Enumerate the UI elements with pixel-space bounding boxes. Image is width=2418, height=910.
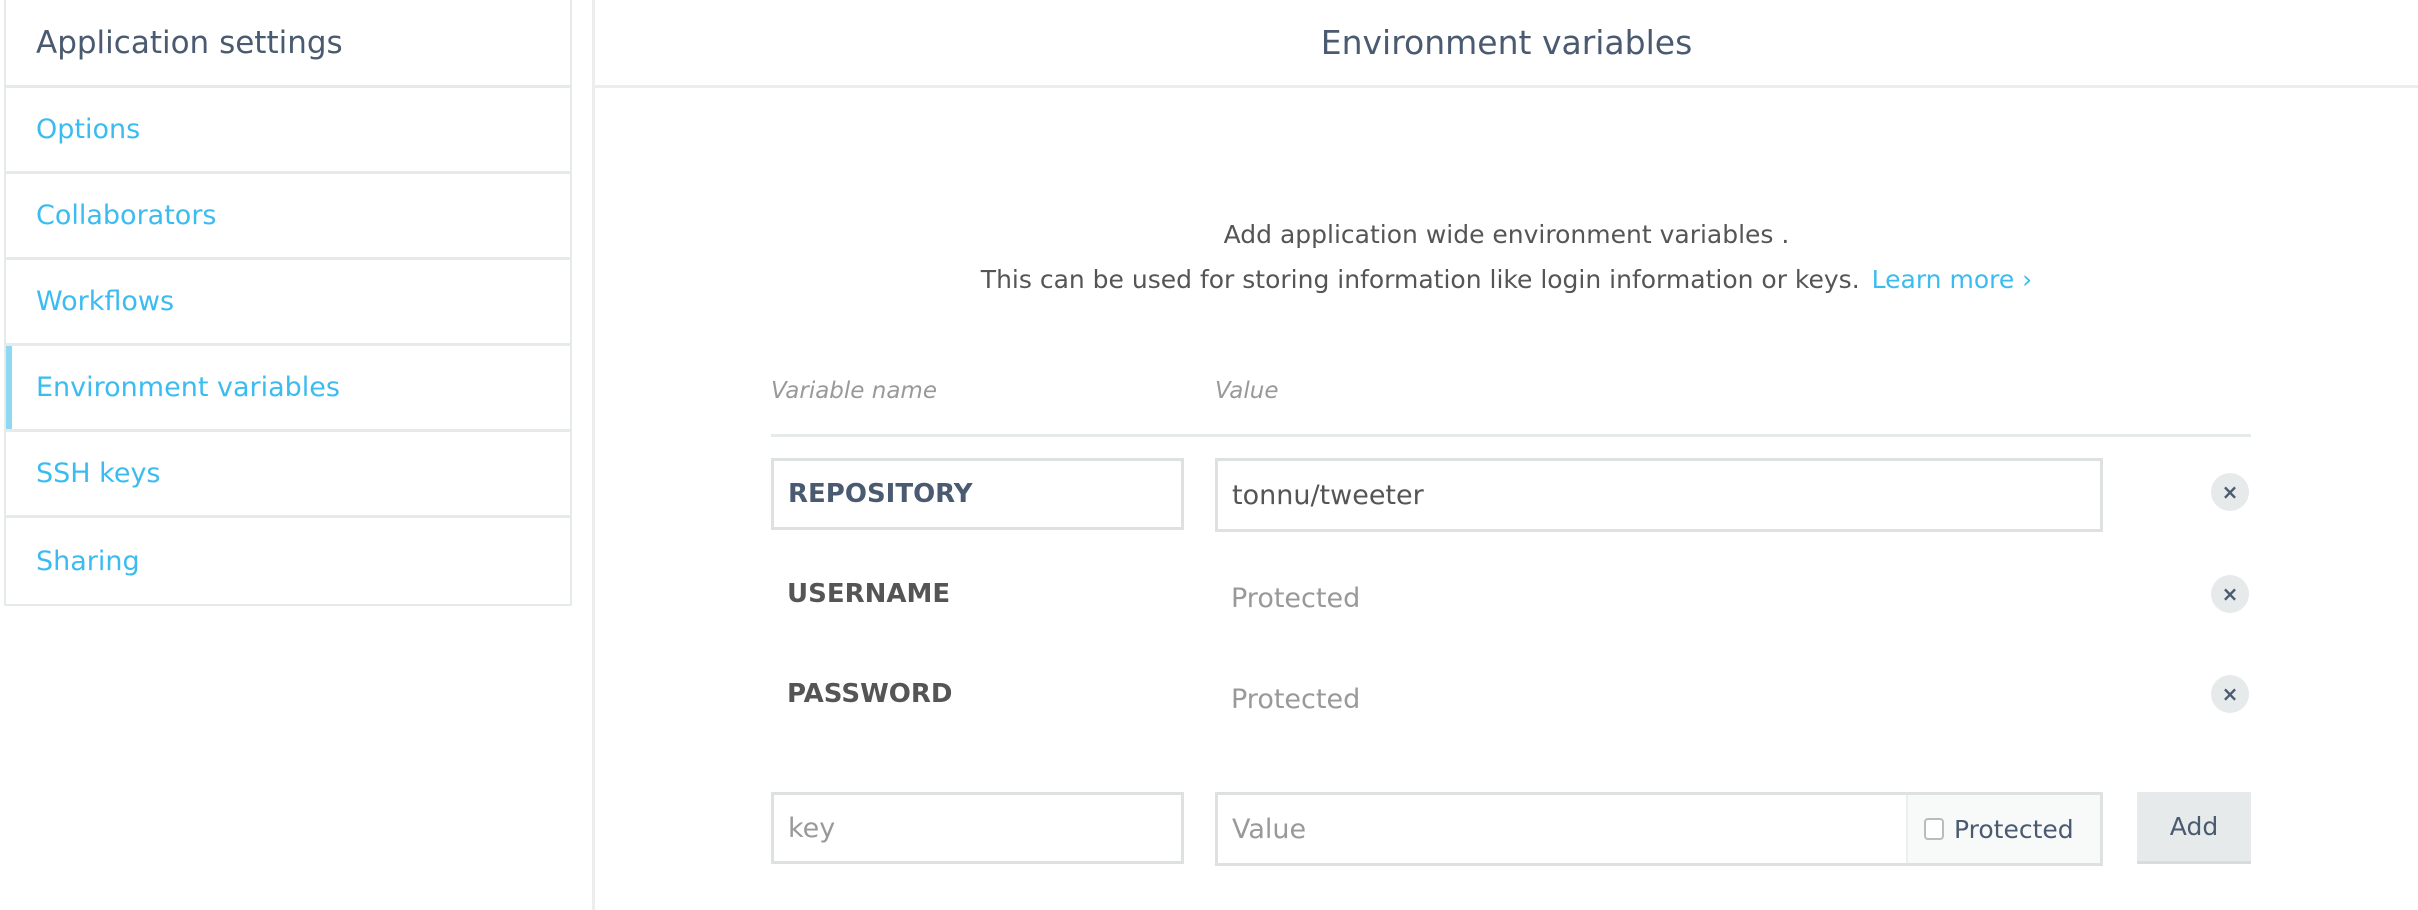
settings-sidebar: Application settings Options Collaborato… — [4, 0, 572, 606]
sidebar-item-ssh-keys[interactable]: SSH keys — [6, 432, 570, 518]
column-header-name: Variable name — [771, 378, 937, 404]
new-value-input[interactable]: Value Protected — [1215, 792, 2103, 866]
sidebar-item-options[interactable]: Options — [6, 88, 570, 174]
variable-value-input[interactable]: tonnu/tweeter — [1215, 458, 2103, 532]
page-title: Environment variables — [595, 0, 2418, 88]
variable-name: PASSWORD — [787, 679, 953, 709]
divider — [771, 434, 2251, 437]
main-panel: Environment variables Add application wi… — [592, 0, 2418, 910]
delete-variable-icon[interactable]: × — [2211, 473, 2249, 511]
new-key-input[interactable]: key — [771, 792, 1184, 864]
intro-line-2: This can be used for storing information… — [980, 265, 1860, 294]
delete-variable-icon[interactable]: × — [2211, 575, 2249, 613]
variable-value: Protected — [1231, 684, 1361, 715]
variable-value: Protected — [1231, 583, 1361, 614]
add-button[interactable]: Add — [2137, 792, 2251, 864]
delete-variable-icon[interactable]: × — [2211, 675, 2249, 713]
protected-checkbox-group[interactable]: Protected — [1906, 795, 2100, 863]
learn-more-link[interactable]: Learn more › — [1872, 265, 2033, 294]
intro-text: Add application wide environment variabl… — [595, 212, 2418, 302]
column-header-value: Value — [1215, 378, 1279, 404]
sidebar-title: Application settings — [6, 0, 570, 88]
sidebar-item-collaborators[interactable]: Collaborators — [6, 174, 570, 260]
sidebar-item-workflows[interactable]: Workflows — [6, 260, 570, 346]
sidebar-item-sharing[interactable]: Sharing — [6, 518, 570, 604]
intro-line-1: Add application wide environment variabl… — [1223, 220, 1790, 249]
protected-checkbox[interactable] — [1924, 818, 1944, 840]
value-placeholder: Value — [1232, 813, 1307, 845]
variable-name: USERNAME — [787, 579, 951, 609]
sidebar-item-environment-variables[interactable]: Environment variables — [6, 346, 570, 432]
protected-label: Protected — [1954, 814, 2074, 844]
variable-name-input[interactable]: REPOSITORY — [771, 458, 1184, 530]
